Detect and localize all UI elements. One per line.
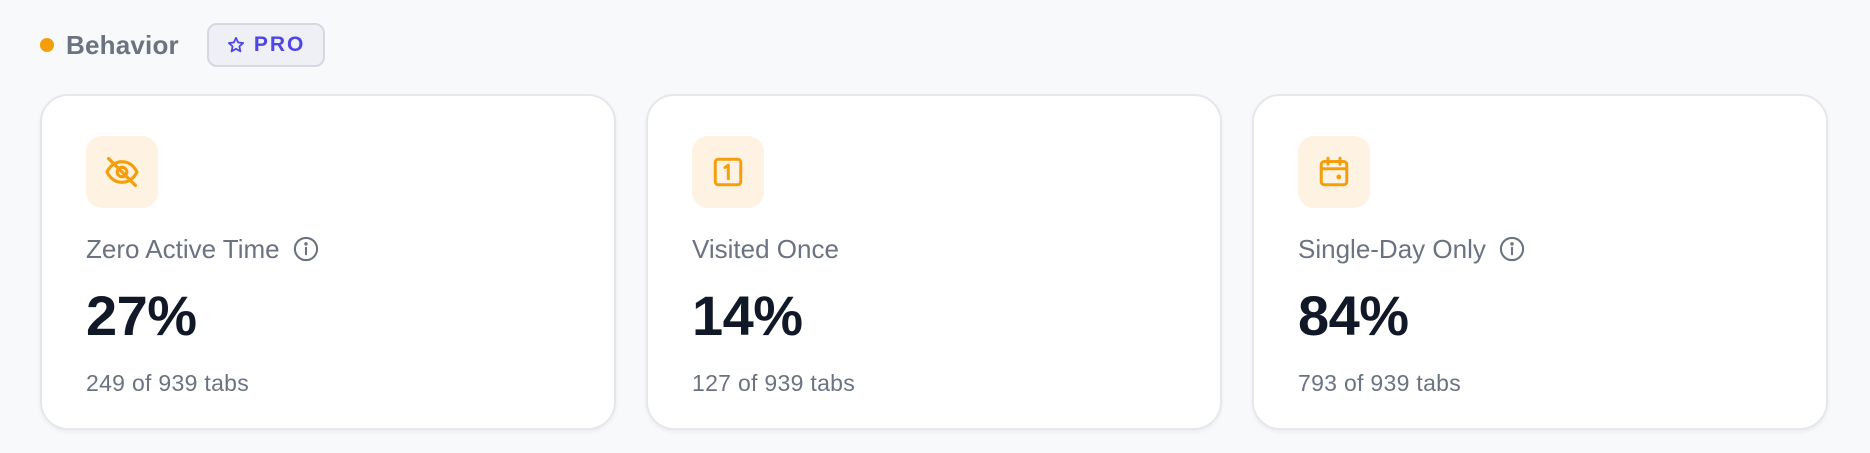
metric-label-row: Single-Day Only	[1298, 232, 1782, 266]
metric-icon-tile	[86, 136, 158, 208]
info-icon[interactable]	[1498, 235, 1526, 263]
metric-card-single-day-only: Single-Day Only 84% 793 of 939 tabs	[1252, 94, 1828, 430]
pro-badge[interactable]: PRO	[206, 23, 326, 67]
metric-label: Zero Active Time	[86, 233, 280, 264]
metric-card-visited-once: Visited Once 14% 127 of 939 tabs	[646, 94, 1222, 430]
behavior-section: Behavior PRO Zero Active Time 27% 249 of…	[40, 22, 1830, 430]
metric-subtext: 793 of 939 tabs	[1298, 370, 1462, 396]
info-icon[interactable]	[292, 235, 320, 263]
metric-value: 84%	[1298, 284, 1409, 347]
pro-badge-label: PRO	[253, 33, 306, 56]
status-dot	[40, 38, 54, 52]
number-one-square-icon	[713, 157, 743, 187]
metric-card-zero-active-time: Zero Active Time 27% 249 of 939 tabs	[40, 94, 616, 430]
section-title: Behavior	[66, 29, 179, 60]
eye-off-icon	[105, 156, 139, 188]
metric-label: Single-Day Only	[1298, 233, 1486, 264]
section-header: Behavior PRO	[40, 22, 1830, 68]
metric-label-row: Zero Active Time	[86, 232, 570, 266]
metric-subtext: 127 of 939 tabs	[692, 370, 856, 396]
calendar-icon	[1319, 156, 1349, 187]
metric-label-row: Visited Once	[692, 232, 1176, 266]
metric-value: 14%	[692, 284, 803, 347]
metric-cards: Zero Active Time 27% 249 of 939 tabs Vis…	[40, 94, 1828, 430]
metric-icon-tile	[692, 136, 764, 208]
star-icon	[227, 36, 244, 53]
metric-label: Visited Once	[692, 233, 839, 264]
metric-icon-tile	[1298, 136, 1370, 208]
metric-subtext: 249 of 939 tabs	[86, 370, 250, 396]
metric-value: 27%	[86, 284, 197, 347]
